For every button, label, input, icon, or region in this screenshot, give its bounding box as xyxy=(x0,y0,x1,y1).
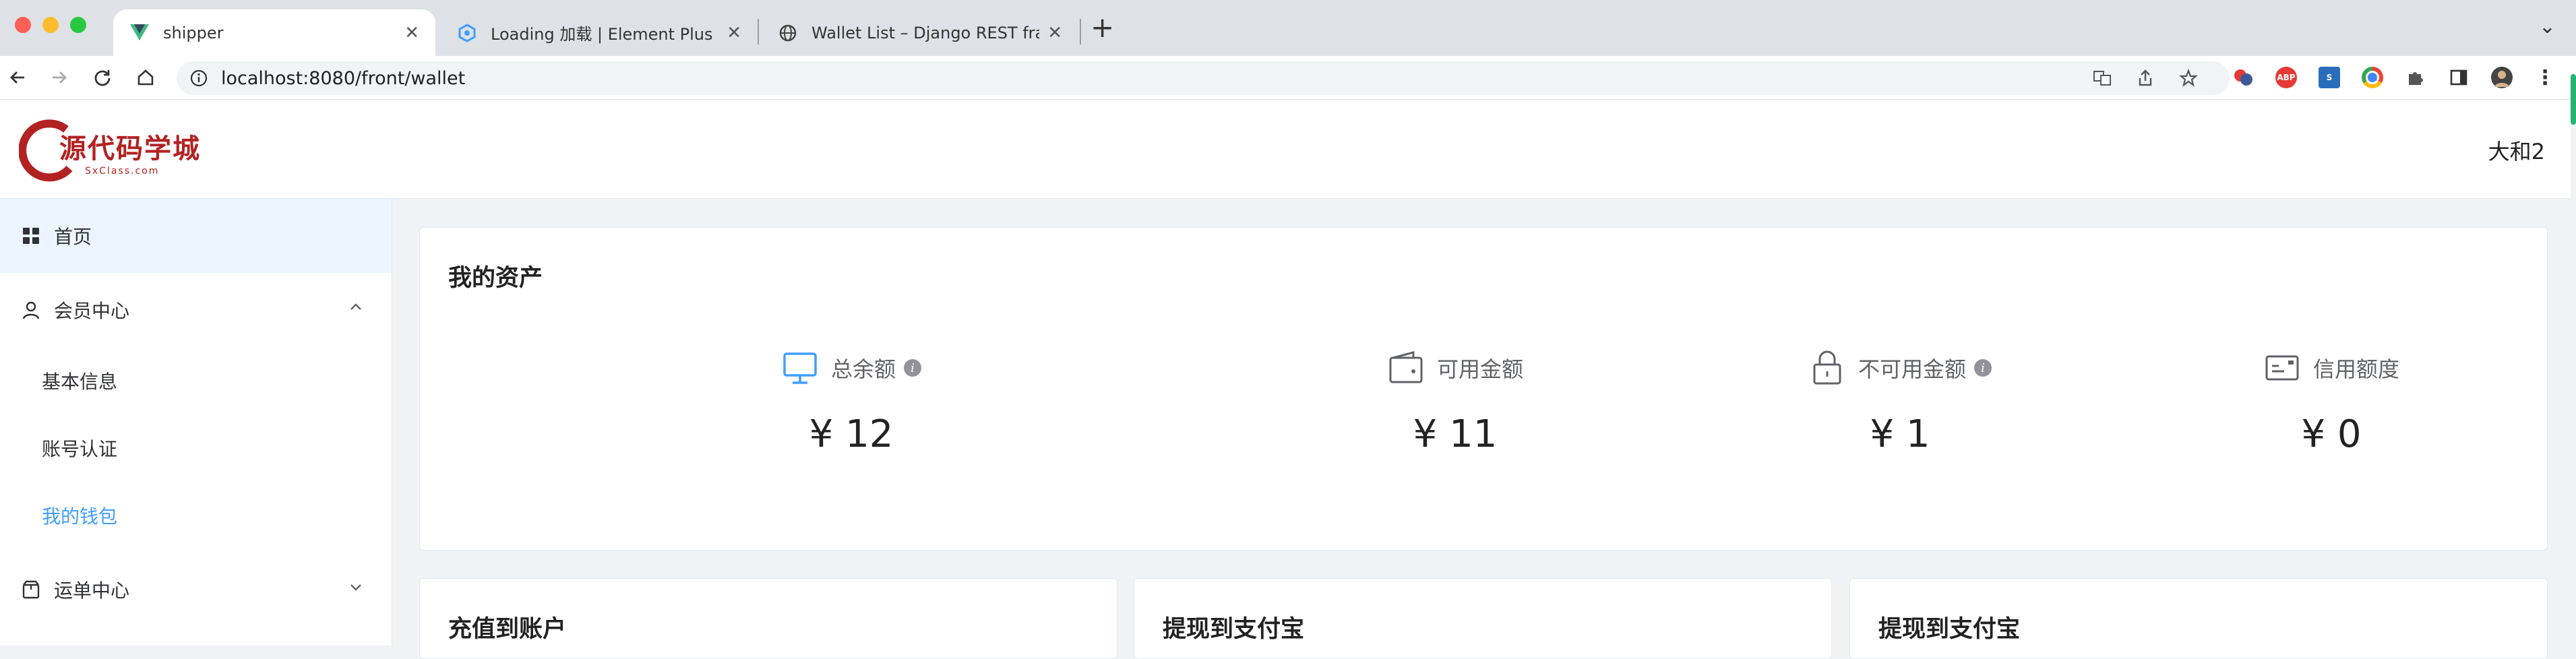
withdraw-alipay-card: 提现到支付宝 xyxy=(1134,578,1832,659)
tab-title: Loading 加载 | Element Plus xyxy=(491,25,713,44)
monitor-icon xyxy=(781,349,819,387)
home-icon xyxy=(137,69,154,86)
browser-toolbar: localhost:8080/front/wallet ABP S ⋮ xyxy=(0,56,2576,100)
close-icon[interactable]: ✕ xyxy=(404,23,419,43)
withdraw-title: 提现到支付宝 xyxy=(1878,616,2021,643)
sidebar-item-label: 首页 xyxy=(54,226,92,248)
tab-separator xyxy=(1080,19,1081,44)
stat-value: ¥ 0 xyxy=(2301,412,2362,456)
ext-red-icon[interactable] xyxy=(2232,67,2254,88)
adblock-plus-icon[interactable]: ABP xyxy=(2275,67,2297,88)
reload-icon xyxy=(94,70,111,86)
profile-avatar[interactable] xyxy=(2491,67,2513,88)
translate-icon[interactable] xyxy=(2092,68,2112,88)
stat-value: ¥ 1 xyxy=(1870,412,1930,456)
info-icon xyxy=(190,69,208,87)
back-button[interactable] xyxy=(4,64,31,91)
info-icon[interactable]: i xyxy=(1974,359,1992,377)
reload-button[interactable] xyxy=(89,64,116,91)
vue-icon xyxy=(129,23,150,43)
stat-total-balance: 总余额 i ¥ 12 xyxy=(716,348,986,456)
wallet-icon xyxy=(1387,349,1425,387)
stat-label: 信用额度 xyxy=(2312,356,2399,382)
tab-title: Wallet List – Django REST fram xyxy=(811,23,1040,42)
sidebar-icon[interactable] xyxy=(2448,67,2470,88)
stat-unavailable-amount: 不可用金额 i ¥ 1 xyxy=(1765,348,2035,456)
assets-card: 我的资产 总余额 i ¥ 12 可用金额 ¥ 11 不可用金额 i ¥ 1 信用… xyxy=(419,227,2548,551)
stat-label: 可用金额 xyxy=(1436,356,1523,382)
kebab-menu-icon[interactable]: ⋮ xyxy=(2534,66,2556,90)
share-icon[interactable] xyxy=(2135,68,2155,88)
logo-subtext: SxClass.com xyxy=(85,166,160,177)
address-bar[interactable]: localhost:8080/front/wallet xyxy=(177,61,2230,95)
maximize-window-button[interactable] xyxy=(70,17,86,33)
tab-title: shipper xyxy=(163,23,224,42)
chevron-down-icon xyxy=(350,584,361,591)
close-icon[interactable]: ✕ xyxy=(727,23,741,43)
logo-text: 源代码学城 xyxy=(59,133,201,164)
globe-icon xyxy=(778,23,798,43)
tab-shipper[interactable]: shipper ✕ xyxy=(113,9,435,56)
chevron-up-icon xyxy=(350,303,361,310)
new-tab-button[interactable]: + xyxy=(1091,13,1114,42)
stat-label: 总余额 xyxy=(830,356,896,382)
stat-value: ¥ 12 xyxy=(809,412,894,456)
sidebar: 首页 会员中心 基本信息 账号认证 我的钱包 运单中心 xyxy=(0,199,392,646)
sidebar-item-account-verification[interactable]: 账号认证 xyxy=(0,414,392,482)
puzzle-icon[interactable] xyxy=(2405,67,2426,88)
close-window-button[interactable] xyxy=(15,17,31,33)
recharge-title: 充值到账户 xyxy=(448,616,567,643)
user-icon xyxy=(20,299,42,321)
element-plus-icon xyxy=(457,23,477,43)
home-button[interactable] xyxy=(132,64,159,91)
stat-label: 不可用金额 xyxy=(1858,356,1966,382)
sidebar-item-member-center[interactable]: 会员中心 xyxy=(0,273,392,347)
close-icon[interactable]: ✕ xyxy=(1047,23,1062,43)
info-icon[interactable]: i xyxy=(904,359,921,377)
browser-tab-bar: shipper ✕ Loading 加载 | Element Plus ✕ Wa… xyxy=(0,0,2576,56)
withdraw-alipay-card-2: 提现到支付宝 xyxy=(1849,578,2548,659)
user-name[interactable]: 大和2 xyxy=(2488,135,2545,166)
stat-value: ¥ 11 xyxy=(1413,412,1498,456)
lock-icon xyxy=(1808,349,1846,387)
sidebar-item-waybill-center[interactable]: 运单中心 xyxy=(0,553,392,627)
recharge-card: 充值到账户 xyxy=(419,578,1117,659)
forward-button[interactable] xyxy=(46,64,73,91)
arrow-right-icon xyxy=(53,71,67,84)
stat-credit-limit: 信用额度 ¥ 0 xyxy=(2197,348,2466,456)
box-icon xyxy=(20,579,42,600)
site-logo[interactable]: 源代码学城 SxClass.com xyxy=(19,119,201,182)
withdraw-title: 提现到支付宝 xyxy=(1163,616,1305,643)
grid-icon xyxy=(20,225,42,247)
chevron-down-icon[interactable]: ⌄ xyxy=(2539,15,2556,38)
url-text: localhost:8080/front/wallet xyxy=(221,67,466,89)
sidebar-item-label: 会员中心 xyxy=(54,300,130,322)
credit-card-icon xyxy=(2263,349,2301,387)
scrollbar[interactable] xyxy=(2571,74,2576,125)
tab-wallet-list[interactable]: Wallet List – Django REST fram ✕ xyxy=(762,9,1078,56)
assets-title: 我的资产 xyxy=(448,265,543,292)
ext-circle-icon[interactable] xyxy=(2362,67,2383,88)
tab-element-plus[interactable]: Loading 加载 | Element Plus ✕ xyxy=(441,9,758,56)
bookmark-star-icon[interactable] xyxy=(2178,68,2199,88)
stat-available-amount: 可用金额 ¥ 11 xyxy=(1320,348,1590,456)
tab-separator xyxy=(758,19,759,44)
sidebar-item-basic-info[interactable]: 基本信息 xyxy=(0,347,392,414)
minimize-window-button[interactable] xyxy=(42,17,59,33)
sidebar-item-label: 运单中心 xyxy=(54,579,130,602)
arrow-left-icon xyxy=(10,71,24,84)
app-header: 源代码学城 SxClass.com 大和2 xyxy=(0,100,2571,199)
ext-blue-icon[interactable]: S xyxy=(2319,67,2340,88)
sidebar-item-my-wallet[interactable]: 我的钱包 xyxy=(0,482,392,549)
sidebar-item-home[interactable]: 首页 xyxy=(0,199,392,273)
